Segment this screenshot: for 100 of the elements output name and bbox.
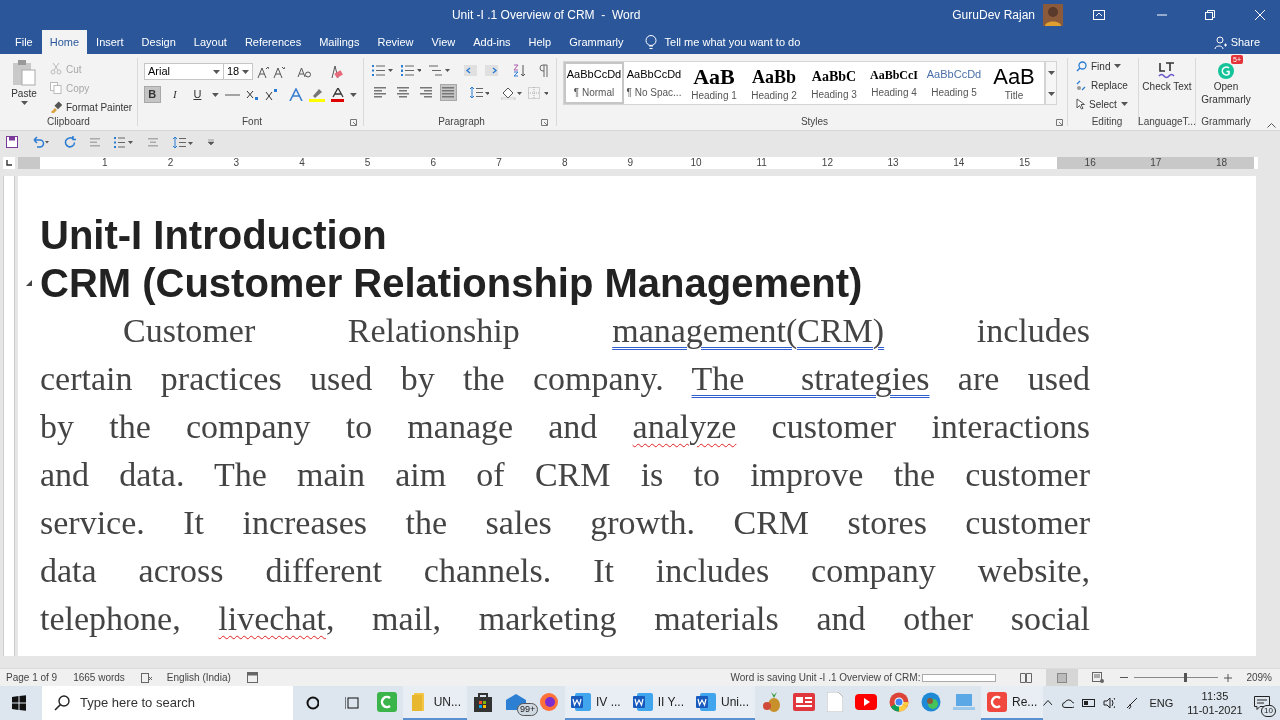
- font-size-field[interactable]: 18: [223, 63, 253, 80]
- multilevel-list-icon[interactable]: [429, 65, 450, 76]
- zoom-slider[interactable]: [1134, 673, 1219, 682]
- caret-up-icon[interactable]: [1043, 700, 1053, 706]
- line-spacing-icon[interactable]: [172, 135, 194, 149]
- windows-start-icon[interactable]: [12, 695, 27, 711]
- ribbon-display-icon[interactable]: [1093, 10, 1105, 20]
- font-name-field[interactable]: Arial: [144, 63, 224, 80]
- replace-button[interactable]: Replace: [1076, 77, 1138, 93]
- eraser-icon[interactable]: [329, 64, 343, 79]
- web-layout-icon[interactable]: [1092, 672, 1105, 683]
- style-item[interactable]: AaB Title: [984, 62, 1044, 104]
- cloud-icon[interactable]: [1062, 698, 1075, 708]
- zoom-level[interactable]: 209%: [1246, 670, 1272, 685]
- clock[interactable]: 11:35 11-01-2021: [1187, 689, 1243, 717]
- word-count[interactable]: 1665 words: [73, 670, 125, 685]
- grow-font-icon[interactable]: [257, 65, 269, 78]
- customize-icon[interactable]: [208, 139, 214, 145]
- ribbon-tab[interactable]: Home: [41, 30, 88, 54]
- share-button[interactable]: Share: [1213, 30, 1260, 54]
- tell-me-field[interactable]: Tell me what you want to do: [664, 33, 801, 51]
- collapse-ribbon-icon[interactable]: [1267, 123, 1276, 128]
- ribbon-tab[interactable]: References: [235, 30, 311, 54]
- input-language[interactable]: ENG: [1149, 694, 1174, 712]
- read-mode-icon[interactable]: [1020, 672, 1033, 683]
- underline-button[interactable]: U: [189, 86, 206, 103]
- style-item[interactable]: AaBbCcDd ¶ No Spac...: [624, 62, 684, 104]
- text-effects-icon[interactable]: [289, 88, 303, 101]
- undo-icon[interactable]: [32, 136, 50, 148]
- ribbon-tab[interactable]: Help: [519, 30, 561, 54]
- ribbon-tab[interactable]: Design: [132, 30, 185, 54]
- taskbar-app[interactable]: Uni...: [689, 686, 755, 720]
- line-spacing-icon[interactable]: [468, 86, 490, 99]
- ribbon-tab[interactable]: Mailings: [310, 30, 369, 54]
- subscript-icon[interactable]: [246, 88, 259, 101]
- check-text-button[interactable]: Check Text: [1141, 54, 1193, 93]
- taskbar-app[interactable]: UN...: [402, 686, 468, 720]
- notification-icon: [1254, 696, 1271, 710]
- style-item[interactable]: AaBb Heading 2: [744, 62, 804, 104]
- ribbon-tab[interactable]: Add-ins: [464, 30, 520, 54]
- tab-stop-icon[interactable]: [3, 157, 15, 169]
- italic-button[interactable]: I: [166, 86, 184, 103]
- font-color-icon[interactable]: [330, 87, 345, 102]
- taskbar-app[interactable]: IV ...: [565, 686, 627, 720]
- pen-icon[interactable]: [1125, 696, 1138, 710]
- style-item[interactable]: AaBbCcI Heading 4: [864, 62, 924, 104]
- battery-icon[interactable]: [1082, 699, 1095, 707]
- superscript-icon[interactable]: [264, 88, 278, 101]
- dialog-launcher-icon[interactable]: [541, 119, 548, 126]
- pilcrow-icon[interactable]: [538, 64, 548, 77]
- bold-button[interactable]: B: [144, 86, 161, 103]
- style-item[interactable]: AaBbCcDd ¶ Normal: [564, 62, 624, 104]
- align-button[interactable]: [372, 84, 389, 101]
- print-layout-button[interactable]: [1046, 668, 1079, 687]
- decrease-indent-icon[interactable]: [463, 65, 477, 76]
- dialog-launcher-icon[interactable]: [1056, 119, 1063, 126]
- restore-icon[interactable]: [1205, 10, 1215, 20]
- dialog-launcher-icon[interactable]: [350, 119, 357, 126]
- proofing-icon[interactable]: [140, 672, 153, 683]
- cortana-icon[interactable]: [306, 696, 319, 710]
- zoom-thumb[interactable]: [1183, 673, 1187, 682]
- close-icon[interactable]: [1255, 10, 1265, 20]
- highlighter-icon[interactable]: [309, 87, 325, 102]
- paste-button[interactable]: Paste: [8, 60, 40, 115]
- ribbon-tab[interactable]: View: [422, 30, 465, 54]
- align-button[interactable]: [394, 84, 412, 101]
- taskbar-app[interactable]: II Y...: [626, 686, 690, 720]
- collapse-triangle-icon[interactable]: [26, 280, 32, 286]
- language-status[interactable]: English (India): [166, 670, 231, 685]
- increase-indent-icon[interactable]: [484, 65, 498, 76]
- bullets-icon[interactable]: [372, 65, 393, 76]
- align-button[interactable]: [440, 84, 457, 101]
- gallery-scrollbar[interactable]: [1045, 61, 1057, 105]
- ribbon-tab[interactable]: Grammarly: [560, 30, 633, 54]
- redo-icon[interactable]: [64, 136, 76, 148]
- shrink-font-icon[interactable]: [273, 65, 285, 78]
- paint-bucket-icon[interactable]: [501, 85, 522, 100]
- page-count[interactable]: Page 1 of 9: [6, 670, 58, 685]
- speaker-icon[interactable]: [1102, 697, 1116, 709]
- format-painter-button[interactable]: Format Painter: [50, 99, 133, 115]
- ribbon-tab[interactable]: Layout: [184, 30, 236, 54]
- style-item[interactable]: AaBbC Heading 3: [804, 62, 864, 104]
- accessibility-icon[interactable]: [246, 672, 258, 683]
- search-field[interactable]: Type here to search: [42, 686, 294, 720]
- select-button[interactable]: Select: [1076, 96, 1138, 112]
- align-button[interactable]: [417, 84, 434, 101]
- style-item[interactable]: AaBbCcDd Heading 5: [924, 62, 984, 104]
- borders-icon[interactable]: [527, 86, 548, 99]
- ribbon-tab[interactable]: Insert: [87, 30, 133, 54]
- style-item[interactable]: AaB Heading 1: [684, 62, 744, 104]
- sort-icon[interactable]: [511, 64, 525, 77]
- zoom-in-icon[interactable]: [1224, 673, 1233, 682]
- save-icon[interactable]: [6, 136, 18, 148]
- task-view-icon[interactable]: [344, 696, 359, 710]
- taskbar-app[interactable]: Re...: [981, 686, 1044, 720]
- find-button[interactable]: Find: [1076, 58, 1138, 74]
- bullets-icon[interactable]: [114, 136, 134, 148]
- ribbon-tab[interactable]: Review: [368, 30, 423, 54]
- numbering-icon[interactable]: [400, 65, 422, 76]
- ribbon-tab[interactable]: File: [6, 30, 42, 54]
